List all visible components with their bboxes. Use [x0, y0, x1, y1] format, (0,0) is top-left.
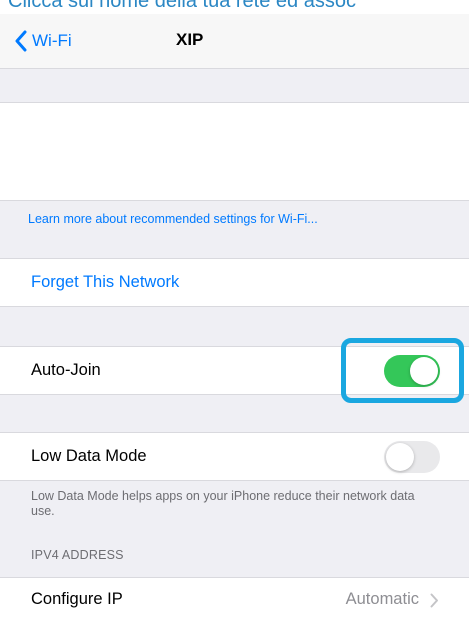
divider [0, 68, 469, 69]
configure-ip-value: Automatic [345, 590, 419, 608]
back-button[interactable]: Wi-Fi [14, 28, 72, 54]
instruction-caption: Clicca sul nome della tua rete ed assoc [0, 0, 469, 14]
divider [0, 480, 469, 481]
divider [0, 200, 469, 201]
auto-join-label: Auto-Join [31, 361, 101, 379]
low-data-mode-toggle[interactable] [384, 441, 440, 473]
toggle-knob [386, 443, 414, 471]
back-button-label: Wi-Fi [32, 31, 72, 50]
instruction-caption-text: Clicca sul nome della tua rete ed assoc [8, 0, 356, 12]
page-title: XIP [176, 30, 204, 49]
low-data-mode-row: Low Data Mode [0, 433, 469, 480]
chevron-right-icon [430, 593, 438, 608]
forget-network-row[interactable]: Forget This Network [0, 259, 469, 306]
chevron-left-icon [15, 30, 27, 52]
low-data-mode-label: Low Data Mode [31, 447, 147, 465]
low-data-mode-footer: Low Data Mode helps apps on your iPhone … [31, 489, 415, 518]
navigation-bar: Wi-Fi XIP [0, 14, 469, 68]
settings-group-blank [0, 103, 469, 200]
forget-network-button[interactable]: Forget This Network [31, 273, 179, 292]
highlight-frame [341, 338, 464, 403]
divider [0, 306, 469, 307]
configure-ip-row[interactable]: Configure IP Automatic [0, 578, 469, 621]
ipv4-section-header: IPV4 ADDRESS [31, 548, 124, 562]
learn-more-link[interactable]: Learn more about recommended settings fo… [28, 212, 318, 226]
configure-ip-label: Configure IP [31, 590, 123, 608]
